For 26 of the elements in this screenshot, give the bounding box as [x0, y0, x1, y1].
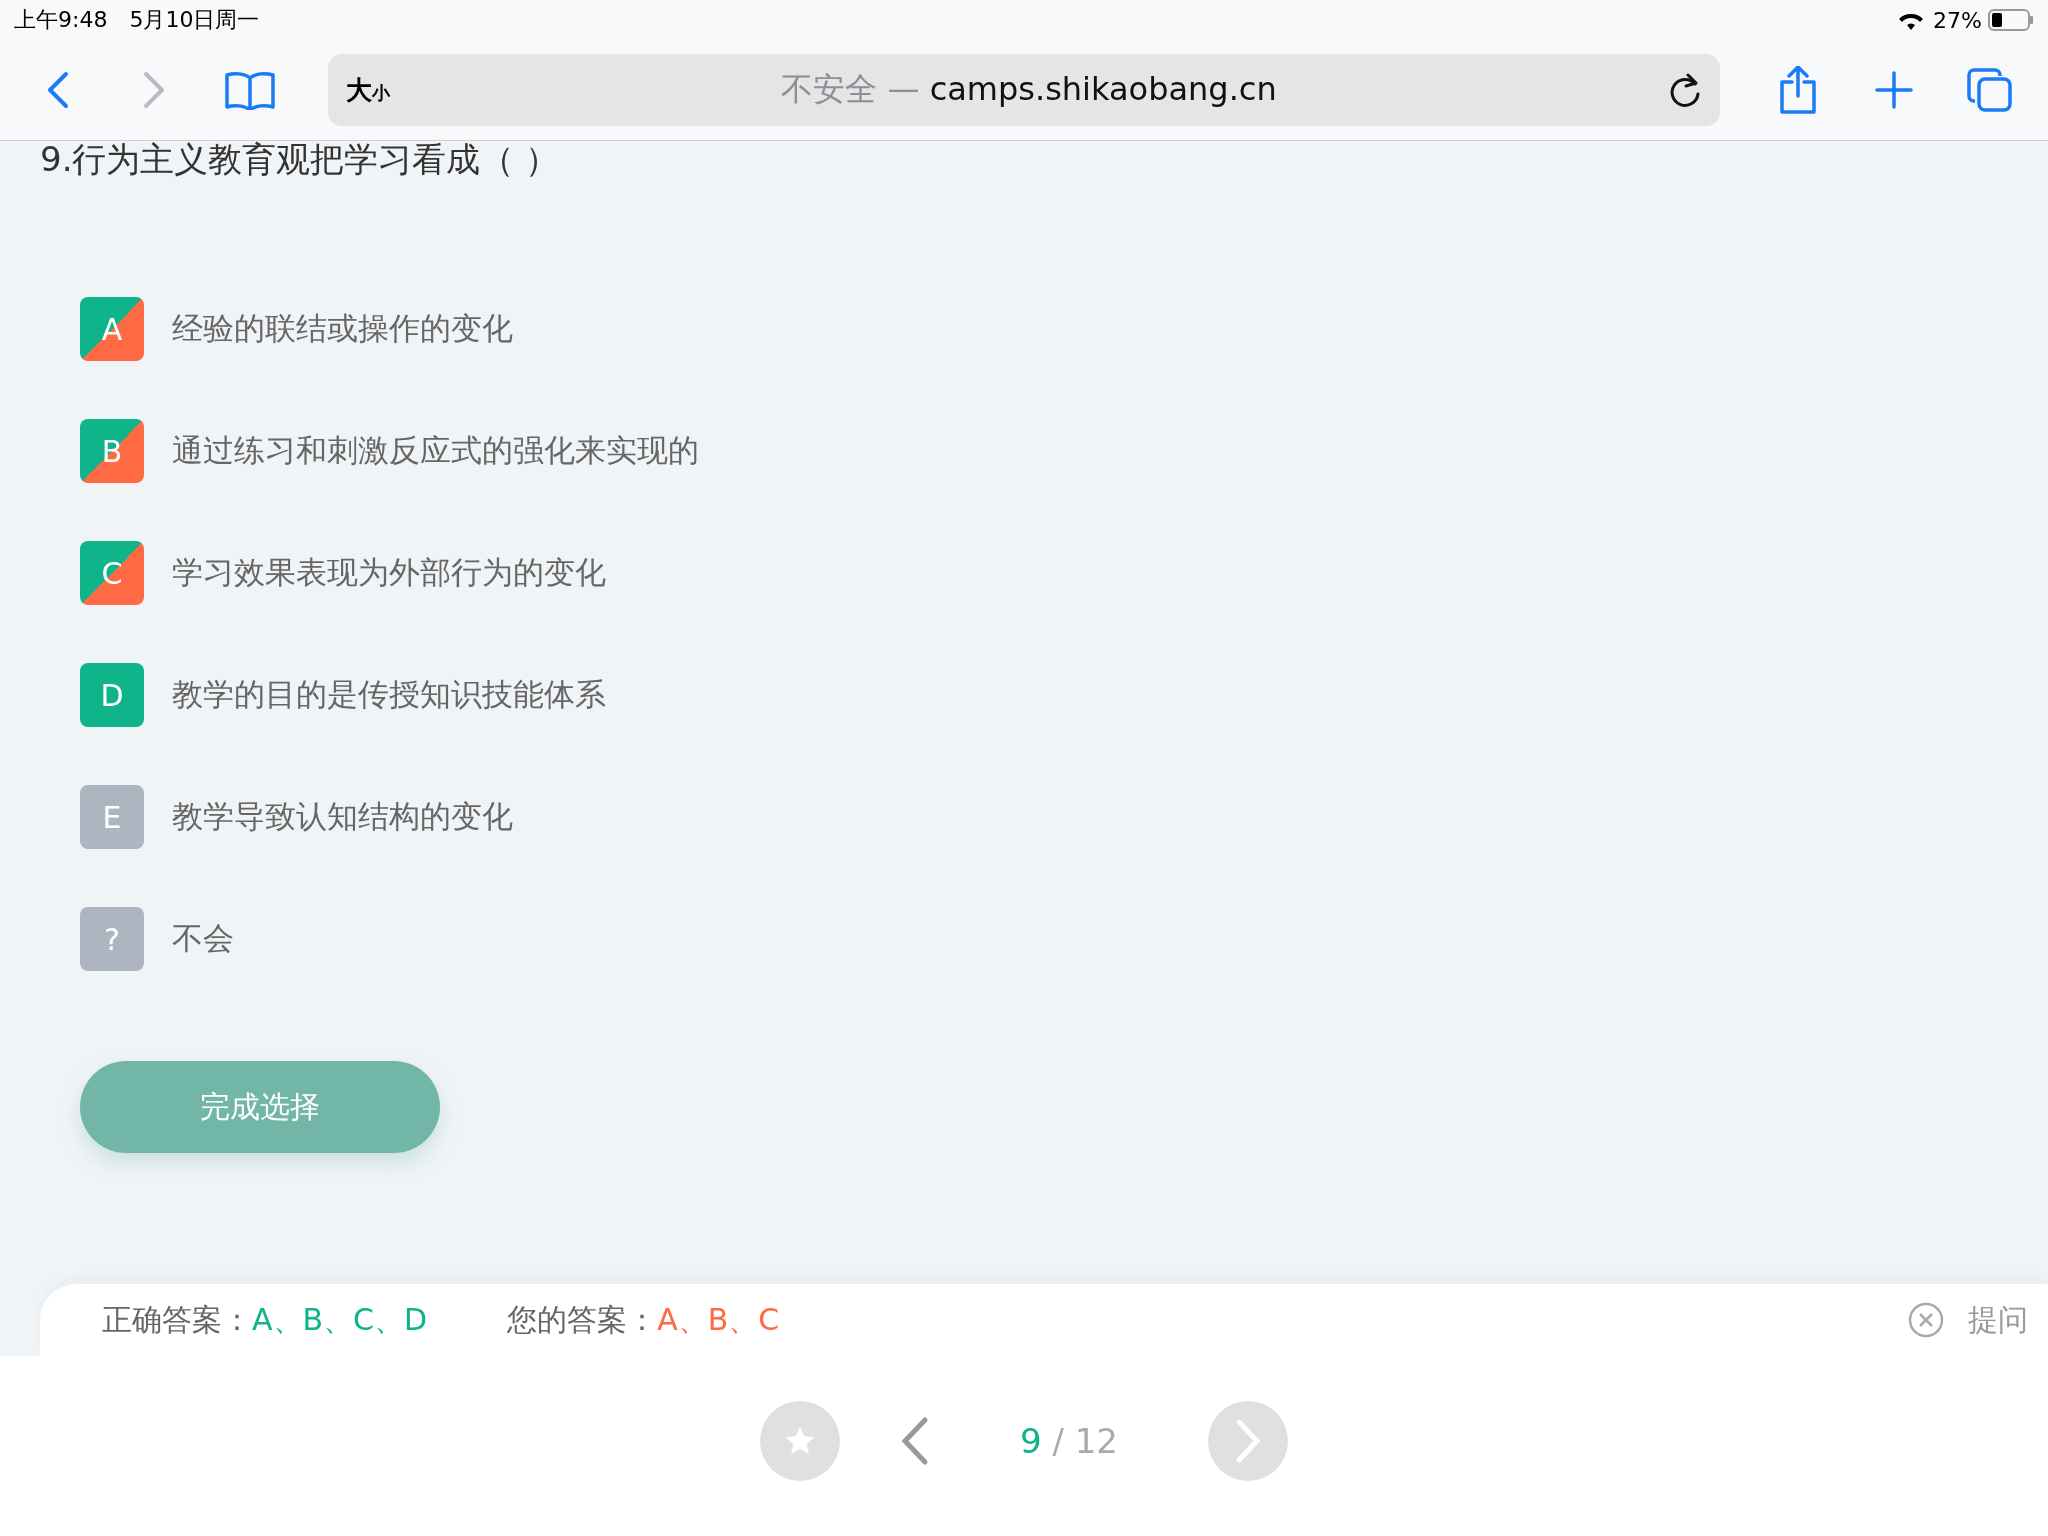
ask-link[interactable]: 提问	[1968, 1299, 2028, 1341]
option-text[interactable]: 经验的联结或操作的变化	[172, 308, 513, 350]
battery-icon	[1988, 9, 2034, 31]
battery-percent: 27%	[1933, 7, 1982, 33]
status-time: 上午9:48	[14, 6, 108, 34]
reload-icon[interactable]	[1668, 72, 1702, 108]
option-text[interactable]: 教学导致认知结构的变化	[172, 796, 513, 838]
option-text[interactable]: 不会	[172, 918, 234, 960]
previous-icon[interactable]	[900, 1416, 930, 1466]
chevron-right-icon	[142, 70, 166, 110]
your-answer-value: A、B、C	[657, 1300, 780, 1339]
option-text[interactable]: 学习效果表现为外部行为的变化	[172, 552, 606, 594]
correct-answer-label: 正确答案：	[102, 1300, 252, 1339]
close-circle-icon[interactable]	[1908, 1302, 1944, 1338]
text-size-button[interactable]: 大小	[346, 72, 390, 108]
question-text: 9.行为主义教育观把学习看成（ ）	[40, 138, 561, 181]
chevron-left-icon	[46, 70, 70, 110]
url-text: 不安全 — camps.shikaobang.cn	[780, 69, 1278, 110]
option-badge[interactable]: D	[80, 663, 144, 727]
status-date: 5月10日周一	[129, 6, 260, 34]
correct-answer-value: A、B、C、D	[252, 1300, 428, 1339]
page-counter: 9 / 12	[1020, 1421, 1118, 1461]
your-answer-label: 您的答案：	[507, 1300, 658, 1339]
address-bar[interactable]: 大小 不安全 — camps.shikaobang.cn	[328, 54, 1720, 126]
option-text[interactable]: 通过练习和刺激反应式的强化来实现的	[172, 430, 699, 472]
option-text[interactable]: 教学的目的是传授知识技能体系	[172, 674, 606, 716]
